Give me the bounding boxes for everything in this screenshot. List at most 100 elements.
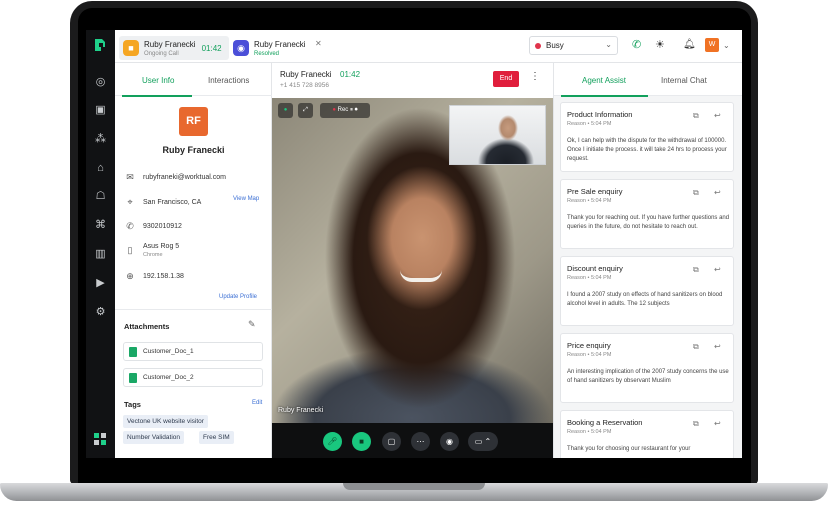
update-profile-link[interactable]: Update Profile [219,294,257,300]
robot-icon[interactable]: ☖ [93,189,108,204]
pencil-icon[interactable]: ✎ [248,319,256,330]
reply-icon[interactable]: ↩ [714,188,721,197]
user-info-panel: User Info Interactions RF Ruby Franecki … [115,63,272,458]
location-value: San Francisco, CA [143,199,202,206]
card-body: I found a 2007 study on effects of hand … [567,292,723,307]
edit-tags-link[interactable]: Edit [252,400,262,406]
tab-interactions[interactable]: Interactions [208,76,249,85]
contacts-icon[interactable]: ▣ [93,103,108,118]
mic-icon[interactable]: ● [278,103,293,118]
browser-value: Chrome [143,252,163,258]
dashboard-icon[interactable]: ◎ [93,75,108,90]
bell-icon[interactable]: 🔔︎ [683,39,696,51]
email-row: ✉ rubyfraneki@worktual.com [124,172,226,183]
network-icon[interactable]: ⁂ [93,132,108,147]
record-dot-icon: ● [332,107,336,113]
device-value: Asus Rog 5 [143,243,180,250]
document-icon [129,372,137,383]
record-button[interactable]: ◉ [440,432,459,451]
copy-icon[interactable]: ⧉ [693,419,699,429]
video-subject [400,270,442,282]
copy-icon[interactable]: ⧉ [693,265,699,275]
attachment-name: Customer_Doc_1 [143,348,194,355]
reply-icon[interactable]: ↩ [714,265,721,274]
card-title: Discount enquiry [567,264,623,273]
copy-icon[interactable]: ⧉ [693,111,699,121]
captions-button[interactable]: ▭ ⌃ [468,432,498,451]
settings-icon[interactable]: ⚙ [93,305,108,320]
expand-icon[interactable]: ⤢ [298,103,313,118]
remote-video: ● ⤢ ● Rec ⏸ ⏺ Ruby Franecki [272,98,553,423]
tab-agent-assist[interactable]: Agent Assist [582,76,626,85]
tag-badge[interactable]: Number Validation [123,431,184,444]
reply-icon[interactable]: ↩ [714,342,721,351]
status-dropdown[interactable]: Busy ⌄ [529,36,618,55]
active-tab-indicator [122,95,192,97]
hierarchy-icon[interactable]: ⌘ [93,218,108,233]
assist-tabs: Agent Assist Internal Chat [554,63,742,97]
self-video-pip[interactable] [449,105,546,165]
recording-badge[interactable]: ● Rec ⏸ ⏺ [320,103,370,118]
nav-rail: ◎ ▣ ⁂ ⌂ ☖ ⌘ ▥ ▶ ⚙ [86,30,115,458]
email-value: rubyfraneki@worktual.com [143,174,226,181]
assist-card[interactable]: Product Information Reason • 5:04 PM ⧉ ↩… [560,102,734,172]
apps-icon[interactable] [93,433,108,448]
user-avatar: RF [179,107,208,136]
more-options-icon[interactable]: ⋮ [530,71,540,82]
app-screen: ◎ ▣ ⁂ ⌂ ☖ ⌘ ▥ ▶ ⚙ ■ Ruby Franecki Ongoin… [86,30,742,458]
tags-title: Tags [124,400,141,409]
tag-badge[interactable]: Vectone UK website visitor [123,415,208,428]
phone-icon[interactable]: ✆ [632,39,641,51]
tab-timer: 01:42 [201,43,222,53]
card-title: Product Information [567,110,633,119]
attachment-item[interactable]: Customer_Doc_1 [123,342,263,361]
mute-button[interactable]: 🎤︎ [323,432,342,451]
assist-card[interactable]: Price enquiry Reason • 5:04 PM ⧉ ↩ An in… [560,333,734,403]
ip-row: ⊕ 192.158.1.38 [124,271,184,282]
copy-icon[interactable]: ⧉ [693,342,699,352]
chat-button[interactable]: ⋯ [411,432,430,451]
rec-label: Rec [337,107,349,113]
assist-card[interactable]: Pre Sale enquiry Reason • 5:04 PM ⧉ ↩ Th… [560,179,734,249]
assist-card[interactable]: Booking a Reservation Reason • 5:04 PM ⧉… [560,410,734,458]
attachment-name: Customer_Doc_2 [143,374,194,381]
card-meta: Reason • 5:04 PM [567,198,612,204]
inbox-icon[interactable]: ⌂ [93,161,108,176]
user-name: Ruby Franecki [162,145,225,155]
chevron-down-icon[interactable]: ⌄ [723,40,730,52]
reply-icon[interactable]: ↩ [714,419,721,428]
card-body: Thank you for choosing our restaurant fo… [567,446,691,452]
attachments-title: Attachments [124,322,170,331]
card-meta: Reason • 5:04 PM [567,121,612,127]
close-tab-icon[interactable]: ✕ [315,39,322,48]
card-meta: Reason • 5:04 PM [567,429,612,435]
tag-badge[interactable]: Free SIM [199,431,234,444]
divider [115,309,272,310]
stop-icon[interactable]: ⏺ [355,107,358,113]
tab-internal-chat[interactable]: Internal Chat [661,76,707,85]
analytics-icon[interactable]: ▥ [93,247,108,262]
reply-icon[interactable]: ↩ [714,111,721,120]
screen-share-button[interactable]: ▢ [382,432,401,451]
status-label: Busy [546,41,564,50]
card-body: An interesting implication of the 2007 s… [567,369,729,384]
end-call-button[interactable]: End [493,71,519,87]
video-icon[interactable]: ▶ [93,276,108,291]
avatar[interactable]: W [705,38,719,52]
attachment-item[interactable]: Customer_Doc_2 [123,368,263,387]
brightness-icon[interactable]: ☀ [655,39,665,51]
user-tabs: User Info Interactions [115,63,272,97]
card-title: Price enquiry [567,341,611,350]
view-map-link[interactable]: View Map [233,196,259,202]
tab-user-info[interactable]: User Info [142,76,174,85]
pause-icon[interactable]: ⏸ [350,107,353,113]
video-call-panel: Ruby Franecki 01:42 +1 415 728 8956 End … [272,63,553,458]
tab-ongoing-call[interactable]: ■ Ruby Franecki Ongoing Call 01:42 [119,36,229,60]
logo-icon[interactable] [92,37,108,53]
camera-button[interactable]: ■ [352,432,371,451]
mail-icon: ✉ [126,172,134,182]
copy-icon[interactable]: ⧉ [693,188,699,198]
assist-card[interactable]: Discount enquiry Reason • 5:04 PM ⧉ ↩ I … [560,256,734,326]
call-timer: 01:42 [340,70,361,79]
mobile-device-icon: ▯ [127,245,133,255]
